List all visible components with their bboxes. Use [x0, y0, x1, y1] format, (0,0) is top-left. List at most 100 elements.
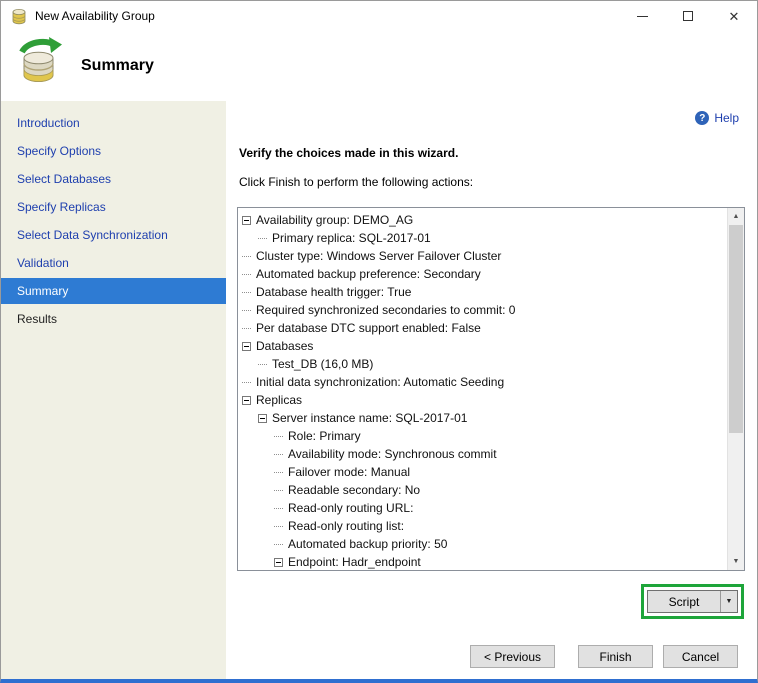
tree-label: Read-only routing URL:: [288, 501, 414, 515]
scrollbar-thumb[interactable]: [729, 225, 743, 433]
tree-row[interactable]: Database health trigger: True: [238, 283, 727, 301]
previous-button[interactable]: < Previous: [470, 645, 555, 668]
tree-connector: [258, 363, 267, 365]
collapse-icon[interactable]: [242, 341, 251, 351]
database-icon: [12, 9, 26, 25]
tree-row[interactable]: Required synchronized secondaries to com…: [238, 301, 727, 319]
tree-label: Read-only routing list:: [288, 519, 405, 533]
tree-row[interactable]: Server instance name: SQL-2017-01: [238, 409, 727, 427]
availability-group-icon: [19, 37, 62, 83]
tree-row[interactable]: Per database DTC support enabled: False: [238, 319, 727, 337]
tree-connector: [274, 435, 283, 437]
help-link[interactable]: ? Help: [695, 111, 739, 125]
tree-connector: [274, 453, 283, 455]
tree-connector: [242, 255, 251, 257]
close-button[interactable]: ✕: [711, 1, 757, 31]
close-icon: ✕: [728, 8, 740, 24]
tree-label: Test_DB (16,0 MB): [272, 357, 374, 371]
tree-connector: [274, 543, 283, 545]
tree-connector: [258, 237, 267, 239]
tree-label: Availability group: DEMO_AG: [256, 213, 414, 227]
sidebar-item-specify-replicas[interactable]: Specify Replicas: [1, 194, 226, 220]
tree-label: Replicas: [256, 393, 303, 407]
vertical-scrollbar[interactable]: ▲ ▼: [727, 208, 744, 570]
titlebar: New Availability Group ✕: [1, 1, 757, 31]
tree-connector: [274, 507, 283, 509]
tree-connector: [242, 273, 251, 275]
tree-connector: [242, 309, 251, 311]
tree-connector: [242, 327, 251, 329]
collapse-icon[interactable]: [242, 395, 251, 405]
page-title: Summary: [81, 57, 154, 74]
maximize-button[interactable]: [665, 1, 711, 31]
help-label: Help: [714, 111, 739, 125]
tree-row[interactable]: Test_DB (16,0 MB): [238, 355, 727, 373]
script-split-button[interactable]: Script ▼: [647, 590, 738, 613]
sidebar-item-validation[interactable]: Validation: [1, 250, 226, 276]
sidebar-item-introduction[interactable]: Introduction: [1, 110, 226, 136]
main-panel: ? Help Verify the choices made in this w…: [226, 101, 757, 679]
tree-row[interactable]: Failover mode: Manual: [238, 463, 727, 481]
tree-connector: [274, 489, 283, 491]
annotation-highlight: Script ▼: [641, 584, 744, 619]
sidebar-item-select-data-synchronization[interactable]: Select Data Synchronization: [1, 222, 226, 248]
scroll-down-button[interactable]: ▼: [728, 553, 744, 570]
maximize-icon: [683, 11, 693, 21]
tree-row[interactable]: Readable secondary: No: [238, 481, 727, 499]
tree-connector: [242, 291, 251, 293]
tree-label: Databases: [256, 339, 314, 353]
tree-row[interactable]: Availability mode: Synchronous commit: [238, 445, 727, 463]
collapse-icon[interactable]: [242, 215, 251, 225]
summary-tree: Availability group: DEMO_AG Primary repli…: [238, 208, 727, 570]
script-button[interactable]: Script: [648, 591, 720, 612]
tree-label: Initial data synchronization: Automatic …: [256, 375, 505, 389]
tree-row[interactable]: Role: Primary: [238, 427, 727, 445]
tree-row[interactable]: Cluster type: Windows Server Failover Cl…: [238, 247, 727, 265]
sidebar-item-specify-options[interactable]: Specify Options: [1, 138, 226, 164]
wizard-steps-sidebar: Introduction Specify Options Select Databa…: [1, 101, 226, 679]
scroll-up-button[interactable]: ▲: [728, 208, 744, 225]
tree-label: Database health trigger: True: [256, 285, 412, 299]
minimize-icon: [636, 15, 648, 17]
tree-label: Automated backup preference: Secondary: [256, 267, 481, 281]
sidebar-item-results[interactable]: Results: [1, 306, 226, 332]
tree-label: Failover mode: Manual: [288, 465, 411, 479]
script-dropdown-button[interactable]: ▼: [720, 591, 737, 612]
minimize-button[interactable]: [619, 1, 665, 31]
cancel-button[interactable]: Cancel: [663, 645, 738, 668]
sidebar-item-select-databases[interactable]: Select Databases: [1, 166, 226, 192]
finish-button[interactable]: Finish: [578, 645, 653, 668]
wizard-navigation-buttons: < Previous Finish Cancel: [470, 645, 738, 668]
collapse-icon[interactable]: [274, 557, 283, 567]
tree-label: Availability mode: Synchronous commit: [288, 447, 497, 461]
tree-row[interactable]: Automated backup priority: 50: [238, 535, 727, 553]
tree-row[interactable]: Initial data synchronization: Automatic …: [238, 373, 727, 391]
tree-row[interactable]: Databases: [238, 337, 727, 355]
tree-row[interactable]: Read-only routing list:: [238, 517, 727, 535]
tree-row[interactable]: Endpoint: Hadr_endpoint: [238, 553, 727, 570]
tree-label: Role: Primary: [288, 429, 361, 443]
window-title: New Availability Group: [35, 9, 155, 23]
tree-row[interactable]: Read-only routing URL:: [238, 499, 727, 517]
tree-label: Per database DTC support enabled: False: [256, 321, 481, 335]
tree-label: Required synchronized secondaries to com…: [256, 303, 516, 317]
sidebar-item-summary[interactable]: Summary: [1, 278, 226, 304]
tree-label: Readable secondary: No: [288, 483, 421, 497]
tree-row[interactable]: Replicas: [238, 391, 727, 409]
tree-row[interactable]: Primary replica: SQL-2017-01: [238, 229, 727, 247]
tree-row[interactable]: Automated backup preference: Secondary: [238, 265, 727, 283]
tree-connector: [274, 525, 283, 527]
tree-row[interactable]: Availability group: DEMO_AG: [238, 211, 727, 229]
summary-tree-box: Availability group: DEMO_AG Primary repli…: [237, 207, 745, 571]
tree-label: Automated backup priority: 50: [288, 537, 448, 551]
collapse-icon[interactable]: [258, 413, 267, 423]
